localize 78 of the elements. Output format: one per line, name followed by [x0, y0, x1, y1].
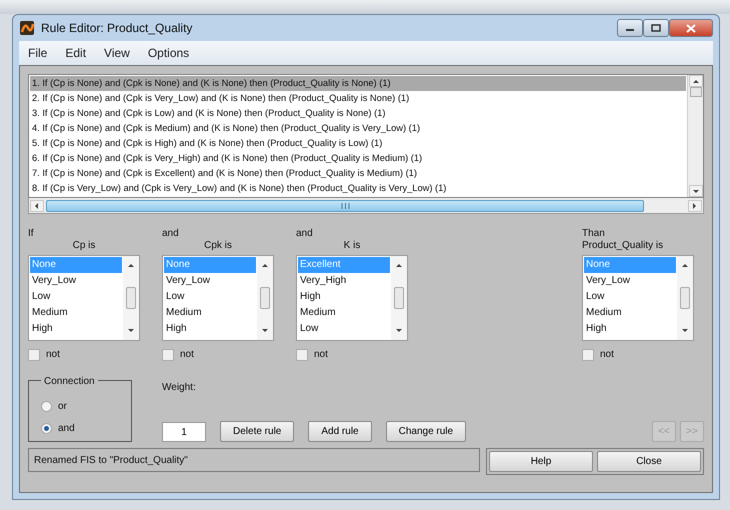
radio-label: and	[58, 422, 75, 436]
action-button[interactable]: Delete rule	[220, 421, 294, 442]
scrollbar-thumb[interactable]	[680, 287, 690, 309]
radio-label: or	[58, 400, 67, 414]
menu-item[interactable]: Options	[140, 44, 196, 62]
menu-item[interactable]: View	[97, 44, 137, 62]
list-item[interactable]: Very_Low	[164, 273, 256, 289]
list-item[interactable]: Low	[164, 289, 256, 305]
status-text: Renamed FIS to "Product_Quality"	[28, 448, 480, 472]
list-item[interactable]: Medium	[30, 305, 122, 321]
menu-item[interactable]: Edit	[58, 44, 94, 62]
not-label: not	[180, 348, 194, 362]
maximize-icon	[651, 24, 661, 32]
membership-list[interactable]: None Very_Low Low Medium High	[162, 255, 274, 341]
list-item[interactable]: Low	[298, 321, 390, 337]
variable-label: Cp is	[72, 240, 96, 252]
not-checkbox[interactable]	[296, 348, 308, 360]
scrollbar-thumb[interactable]	[260, 287, 270, 309]
close-icon	[686, 24, 696, 32]
rule-item[interactable]: 3. If (Cp is None) and (Cpk is Low) and (K is None) then (Product_Quality is None) (1)	[30, 106, 686, 121]
rule-item[interactable]: 7. If (Cp is None) and (Cpk is Excellent) and (K is None) then (Product_Quality is Medium) (1)	[30, 166, 686, 181]
scroll-up-button[interactable]	[688, 75, 702, 87]
footer-button[interactable]: Help	[489, 451, 593, 472]
scroll-down-button[interactable]	[688, 185, 702, 197]
rule-item[interactable]: 2. If (Cp is None) and (Cpk is Very_Low) and (K is None) then (Product_Quality is None) (1)	[30, 91, 686, 106]
list-item[interactable]: Low	[584, 289, 676, 305]
variable-label: Cpk is	[203, 240, 233, 252]
weight-label: Weight:	[162, 381, 197, 395]
scroll-right-button[interactable]	[688, 200, 702, 212]
not-checkbox[interactable]	[162, 348, 174, 360]
list-item[interactable]: Very_Low	[584, 273, 676, 289]
scrollbar-thumb[interactable]	[46, 200, 644, 212]
connector-label: If	[28, 228, 35, 240]
rule-item[interactable]: 1. If (Cp is None) and (Cpk is None) and (K is None) then (Product_Quality is None) (1)	[30, 76, 686, 91]
scrollbar-thumb[interactable]	[394, 287, 404, 309]
not-checkbox[interactable]	[28, 348, 40, 360]
not-label: not	[46, 348, 60, 362]
weight-field[interactable]: 1	[162, 422, 206, 442]
not-checkbox[interactable]	[582, 348, 594, 360]
not-label: not	[600, 348, 614, 362]
list-item[interactable]: Very_High	[298, 273, 390, 289]
grip-icon	[340, 202, 350, 208]
list-item[interactable]: Low	[30, 289, 122, 305]
membership-list[interactable]: None Very_Low Low Medium High	[28, 255, 140, 341]
list-item[interactable]: Medium	[298, 305, 390, 321]
membership-list[interactable]: Excellent Very_High High Medium Low	[296, 255, 408, 341]
action-button[interactable]: Change rule	[386, 421, 466, 442]
maximize-button[interactable]	[643, 19, 669, 37]
membership-list[interactable]: None Very_Low Low Medium High	[582, 255, 694, 341]
list-item[interactable]: High	[584, 321, 676, 337]
list-item[interactable]: Medium	[584, 305, 676, 321]
scroll-left-button[interactable]	[30, 200, 44, 212]
minimize-button[interactable]	[617, 19, 643, 37]
variable-label: Product_Quality is	[582, 240, 664, 252]
list-item[interactable]: High	[30, 321, 122, 337]
radio-button[interactable]	[41, 422, 52, 434]
window-title: Rule Editor: Product_Quality	[41, 20, 192, 37]
scrollbar-thumb[interactable]	[690, 87, 702, 97]
rule-item[interactable]: 8. If (Cp is Very_Low) and (Cpk is Very_Low) and (K is None) then (Product_Quality is Very_Low) (1)	[30, 181, 686, 196]
scrollbar-thumb[interactable]	[126, 287, 136, 309]
menu-item[interactable]: File	[21, 44, 54, 62]
close-button[interactable]	[669, 19, 713, 37]
rule-item[interactable]: 4. If (Cp is None) and (Cpk is Medium) and (K is None) then (Product_Quality is Very_Low) (1)	[30, 121, 686, 136]
not-label: not	[314, 348, 328, 362]
list-item[interactable]: High	[298, 289, 390, 305]
connector-label: and	[162, 228, 180, 240]
action-button[interactable]: Add rule	[308, 421, 372, 442]
list-item[interactable]: Very_Low	[30, 273, 122, 289]
list-item[interactable]: Medium	[164, 305, 256, 321]
rule-item[interactable]: 5. If (Cp is None) and (Cpk is High) and (K is None) then (Product_Quality is Low) (1)	[30, 136, 686, 151]
connector-label: Than	[582, 228, 606, 240]
footer-button[interactable]: Close	[597, 451, 701, 472]
variable-label: K is	[342, 240, 362, 252]
connector-label: and	[296, 228, 314, 240]
radio-button[interactable]	[41, 400, 52, 412]
rule-item[interactable]: 6. If (Cp is None) and (Cpk is Very_High) and (K is None) then (Product_Quality is Medium) (1)	[30, 151, 686, 166]
list-item[interactable]: High	[164, 321, 256, 337]
app-logo-icon	[19, 20, 35, 36]
